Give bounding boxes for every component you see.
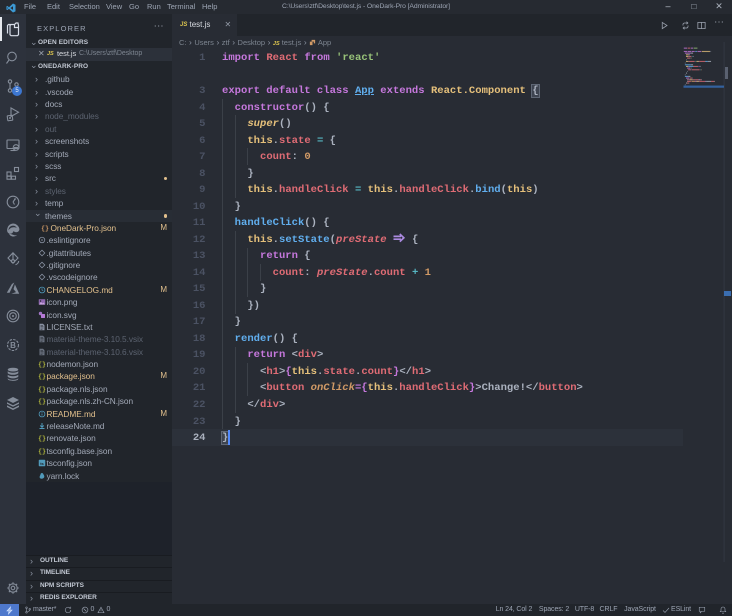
svg-text:{}: {} <box>38 448 46 455</box>
svg-text:{}: {} <box>38 373 46 380</box>
svg-text:{}: {} <box>38 398 46 405</box>
svg-text:{}: {} <box>38 435 46 442</box>
svg-text:{}: {} <box>38 386 46 393</box>
svg-text:B: B <box>10 341 16 350</box>
svg-text:{}: {} <box>41 225 49 232</box>
svg-text:{}: {} <box>38 361 46 368</box>
